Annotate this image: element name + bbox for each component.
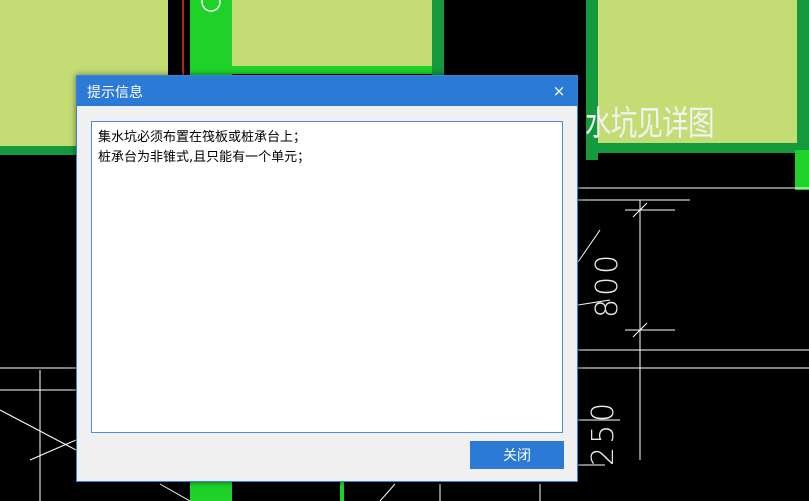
dimension-label-800: 800	[590, 251, 625, 318]
dimension-label-250: 250	[586, 399, 621, 466]
wall-horizontal-top	[232, 66, 432, 74]
message-line: 桩承台为非锥式,且只能有一个单元；	[98, 150, 311, 165]
slab-border-far-right	[797, 0, 809, 160]
message-textarea[interactable]: 集水坑必须布置在筏板或桩承台上； 桩承台为非锥式,且只能有一个单元；	[91, 121, 563, 433]
wall-right-stub	[795, 150, 809, 190]
close-icon[interactable]: ×	[547, 79, 571, 103]
message-line: 集水坑必须布置在筏板或桩承台上；	[98, 130, 307, 145]
cad-annotation-text: 水坑见详图	[585, 104, 714, 144]
slab-top-middle	[232, 0, 432, 68]
wall-bottom-stub	[340, 482, 344, 501]
close-button[interactable]: 关闭	[470, 441, 564, 469]
message-dialog: 提示信息 × 集水坑必须布置在筏板或桩承台上； 桩承台为非锥式,且只能有一个单元…	[76, 75, 578, 482]
dialog-title: 提示信息	[87, 85, 143, 101]
dialog-titlebar[interactable]: 提示信息 ×	[77, 76, 577, 106]
